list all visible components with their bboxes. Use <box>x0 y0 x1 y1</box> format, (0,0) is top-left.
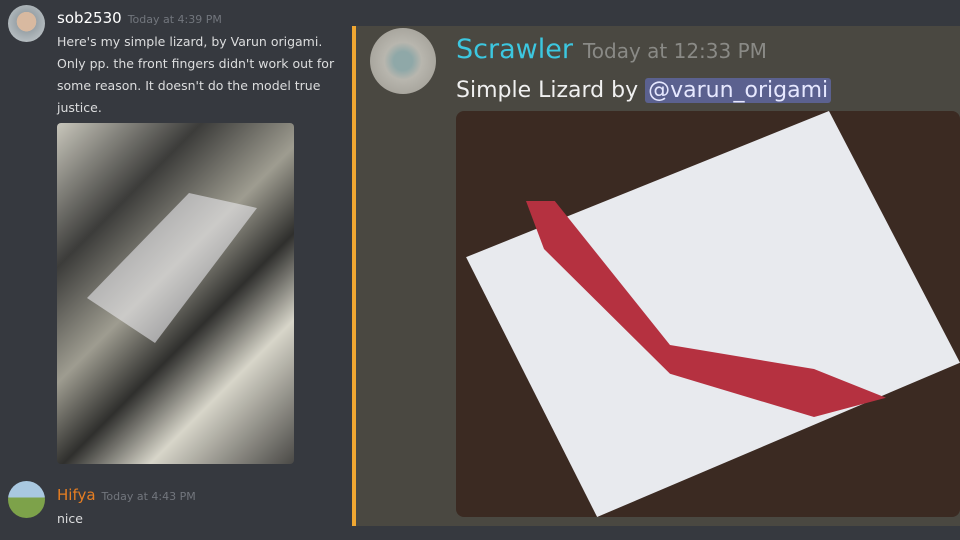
message-header: Hifya Today at 4:43 PM <box>57 485 196 504</box>
avatar-hifya[interactable] <box>8 481 45 518</box>
author-name[interactable]: sob2530 <box>57 9 122 27</box>
message-text: nice <box>57 511 83 526</box>
avatar-scrawler[interactable] <box>370 28 436 94</box>
message-text: Here's my simple lizard, by Varun origam… <box>57 34 335 115</box>
author-name[interactable]: Hifya <box>57 486 96 504</box>
attachment-image-paper-lizard[interactable] <box>57 123 294 464</box>
quoted-text-content: Simple Lizard by <box>456 78 646 103</box>
timestamp: Today at 4:43 PM <box>101 490 196 503</box>
message-header: sob2530 Today at 4:39 PM <box>57 8 222 27</box>
quoted-message-embed: Scrawler Today at 12:33 PM Simple Lizard … <box>352 26 960 526</box>
mention-link[interactable]: @varun_origami <box>645 78 832 103</box>
attachment-image-red-lizard[interactable] <box>456 111 960 517</box>
quoted-header: Scrawler Today at 12:33 PM <box>456 34 767 65</box>
timestamp: Today at 4:39 PM <box>127 13 222 26</box>
quoted-timestamp: Today at 12:33 PM <box>582 39 767 63</box>
avatar-sob2530[interactable] <box>8 5 45 42</box>
quoted-text: Simple Lizard by @varun_origami <box>456 78 832 103</box>
quoted-author-name[interactable]: Scrawler <box>456 34 573 65</box>
